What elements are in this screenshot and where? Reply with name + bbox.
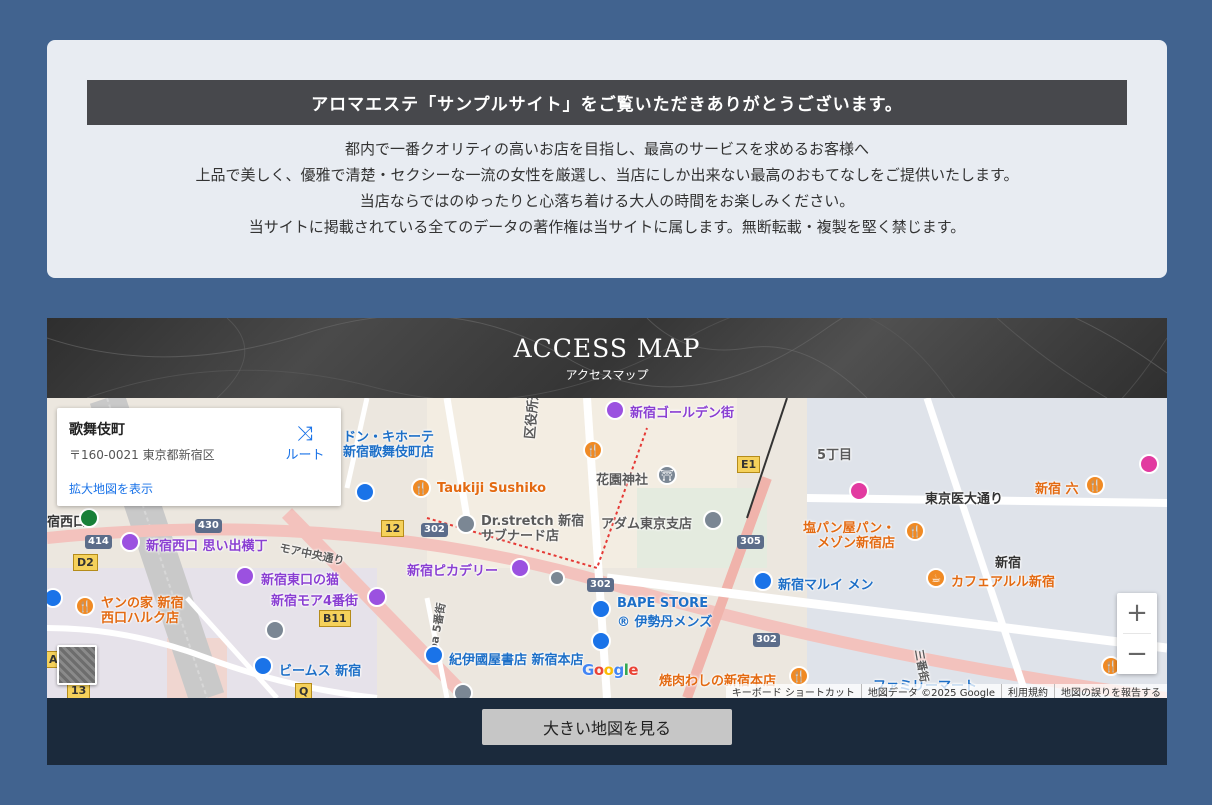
intro-line: 当店ならではのゆったりと心落ち着ける大人の時間をお楽しみください。 <box>359 192 855 210</box>
intro-line: 都内で一番クオリティの高いお店を目指し、最高のサービスを求めるお客様へ <box>344 140 870 158</box>
zoom-control: + − <box>1117 593 1157 674</box>
shopping-pin[interactable] <box>253 656 273 676</box>
access-map-section: ACCESS MAP アクセスマップ 新宿ゴールデン街 ドン・キホーテ 新宿歌舞… <box>47 318 1167 765</box>
label-isetan-mens[interactable]: ® 伊勢丹メンズ <box>617 611 712 630</box>
hotel-pin[interactable] <box>849 481 869 501</box>
attraction-pin[interactable] <box>605 400 625 420</box>
route-305-badge: 305 <box>737 535 764 549</box>
label-shinjuku6[interactable]: 新宿 六 <box>1035 478 1079 497</box>
directions-icon: ⤨ <box>297 421 313 445</box>
bus-stop-pin[interactable] <box>549 570 565 586</box>
access-title: ACCESS MAP <box>513 334 701 363</box>
label-beams[interactable]: ビームス 新宿 <box>279 660 361 679</box>
view-large-map-button[interactable]: 大きい地図を見る <box>482 709 732 745</box>
cinema-pin[interactable] <box>510 558 530 578</box>
google-map[interactable]: 新宿ゴールデン街 ドン・キホーテ 新宿歌舞伎町店 区役所通 🍴 🍴 Taukij… <box>47 398 1167 698</box>
intro-text: 都内で一番クオリティの高いお店を目指し、最高のサービスを求めるお客様へ 上品で美… <box>47 136 1167 240</box>
exit-b11-badge: B11 <box>319 610 351 627</box>
shopping-pin[interactable] <box>424 645 444 665</box>
label-donki-branch[interactable]: 新宿歌舞伎町店 <box>343 441 434 460</box>
cafe-pin[interactable]: ☕ <box>926 568 946 588</box>
map-attribution: キーボード ショートカット 地図データ ©2025 Google 利用規約 地図… <box>725 683 1167 699</box>
intro-line: 上品で美しく、優雅で清楚・セクシーな一流の女性を厳選し、当店にしか出来ない最高の… <box>195 166 1019 184</box>
shopping-pin[interactable] <box>753 571 773 591</box>
place-pin[interactable] <box>456 514 476 534</box>
restaurant-pin[interactable]: 🍴 <box>75 596 95 616</box>
attraction-pin[interactable] <box>367 587 387 607</box>
attraction-pin[interactable] <box>120 532 140 552</box>
large-map-link[interactable]: 拡大地図を表示 <box>69 480 153 497</box>
restaurant-pin[interactable]: 🍴 <box>905 521 925 541</box>
zoom-out-button[interactable]: − <box>1117 634 1157 674</box>
label-5chome: 5丁目 <box>817 448 853 463</box>
place-info-card: 歌舞伎町 〒160-0021 東京都新宿区 ⤨ ルート 拡大地図を表示 <box>57 408 341 506</box>
label-hanazono[interactable]: 花園神社 <box>596 469 648 488</box>
label-cafe-arles[interactable]: カフェアルル新宿 <box>951 571 1055 590</box>
shrine-pin[interactable]: ⛩ <box>657 465 677 485</box>
exit-d2-badge: D2 <box>73 554 98 571</box>
restaurant-pin[interactable]: 🍴 <box>1085 475 1105 495</box>
map-footer-bar: 大きい地図を見る <box>47 698 1167 765</box>
hotel-pin[interactable] <box>1139 454 1159 474</box>
restaurant-pin[interactable]: 🍴 <box>583 440 603 460</box>
label-dr-stretch-branch[interactable]: サブナード店 <box>481 525 559 544</box>
shopping-pin[interactable] <box>355 482 375 502</box>
shopping-pin[interactable] <box>591 631 611 651</box>
google-logo: Google <box>582 661 639 679</box>
terms-link[interactable]: 利用規約 <box>1001 683 1054 698</box>
label-omoide-yokocho[interactable]: 新宿西口 思い出横丁 <box>146 535 268 554</box>
report-error-link[interactable]: 地図の誤りを報告する <box>1054 683 1167 698</box>
park-pin[interactable] <box>79 508 99 528</box>
place-address: 〒160-0021 東京都新宿区 <box>69 448 215 462</box>
route-430-badge: 430 <box>195 519 222 533</box>
label-kinokuniya[interactable]: 紀伊國屋書店 新宿本店 <box>449 649 584 668</box>
intro-card: アロマエステ「サンプルサイト」をご覧いただきありがとうございます。 都内で一番ク… <box>47 40 1167 278</box>
exit-q-badge: Q <box>295 683 313 698</box>
label-higashiguchi-cat[interactable]: 新宿東口の猫 <box>261 569 339 588</box>
route-302-badge: 302 <box>587 578 614 592</box>
keyboard-shortcuts-link[interactable]: キーボード ショートカット <box>726 684 861 699</box>
label-taukiji[interactable]: Taukiji Sushiko <box>437 481 546 496</box>
place-pin[interactable] <box>703 510 723 530</box>
intro-line: 当サイトに掲載されている全てのデータの著作権は当サイトに属します。無断転載・複製… <box>248 218 966 236</box>
label-golden-gai[interactable]: 新宿ゴールデン街 <box>630 402 734 421</box>
label-bape[interactable]: BAPE STORE <box>617 596 708 611</box>
satellite-layer-toggle[interactable] <box>57 645 97 685</box>
place-pin[interactable] <box>453 683 473 698</box>
shopping-pin[interactable] <box>591 599 611 619</box>
route-414-badge: 414 <box>85 535 112 549</box>
place-name: 歌舞伎町 <box>69 422 125 438</box>
label-adam[interactable]: アダム東京支店 <box>601 513 692 532</box>
place-pin[interactable] <box>265 620 285 640</box>
attraction-pin[interactable] <box>235 566 255 586</box>
label-yannoie-branch[interactable]: 西口ハルク店 <box>101 607 179 626</box>
route-302-badge: 302 <box>753 633 780 647</box>
label-shiopan-branch[interactable]: メゾン新宿店 <box>817 532 895 551</box>
access-header: ACCESS MAP アクセスマップ <box>47 318 1167 398</box>
exit-12-badge: 12 <box>381 520 405 537</box>
route-label: ルート <box>285 448 325 463</box>
label-shinjuku: 新宿 <box>995 556 1022 571</box>
route-button[interactable]: ⤨ ルート <box>279 422 331 463</box>
map-data-credit: 地図データ ©2025 Google <box>860 683 1001 698</box>
label-tokyo-idai-dori: 東京医大通り <box>925 492 1004 507</box>
route-302-badge: 302 <box>421 523 448 537</box>
label-marui-men[interactable]: 新宿マルイ メン <box>778 574 874 593</box>
zoom-in-button[interactable]: + <box>1117 593 1157 633</box>
restaurant-pin[interactable]: 🍴 <box>411 478 431 498</box>
welcome-banner: アロマエステ「サンプルサイト」をご覧いただきありがとうございます。 <box>87 80 1127 125</box>
label-piccadilly[interactable]: 新宿ピカデリー <box>407 560 498 579</box>
exit-e1-badge: E1 <box>737 456 761 473</box>
label-mosaic4[interactable]: 新宿モア4番街 <box>271 590 358 609</box>
access-subtitle: アクセスマップ <box>565 368 649 382</box>
